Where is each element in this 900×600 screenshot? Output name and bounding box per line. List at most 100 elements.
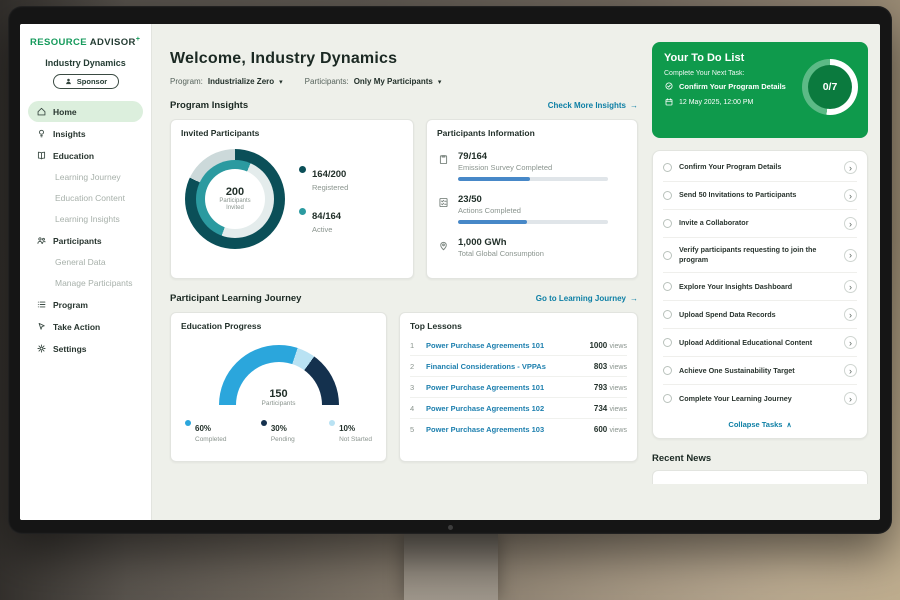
legend-label: Active [312,225,341,234]
chevron-right-icon[interactable] [844,189,857,202]
legend-item-completed: 60% Completed [185,418,226,443]
task-checkbox[interactable] [663,366,672,375]
chevron-right-icon[interactable] [844,364,857,377]
logo-secondary: ADVISOR [90,37,136,48]
sidebar-item-manage-participants[interactable]: Manage Participants [28,273,143,293]
section-title: Participant Learning Journey [170,293,301,304]
chevron-right-icon[interactable] [844,161,857,174]
task-row[interactable]: Achieve One Sustainability Target [663,357,857,385]
task-row[interactable]: Confirm Your Program Details [663,154,857,182]
program-select-value: Industrialize Zero [208,77,274,86]
checklist-icon [437,196,450,209]
info-label: Total Global Consumption [458,249,544,258]
task-checkbox[interactable] [663,338,672,347]
program-select[interactable]: Program: Industrialize Zero [170,77,283,86]
task-row[interactable]: Invite a Collaborator [663,210,857,238]
calendar-icon [664,97,674,107]
go-to-learning-journey-link[interactable]: Go to Learning Journey [536,294,638,303]
sidebar-item-label: Program [53,300,88,310]
sidebar-item-label: General Data [55,257,106,267]
task-row[interactable]: Verify participants requesting to join t… [663,238,857,273]
donut-center-label: Participants Invited [214,198,256,213]
task-checkbox[interactable] [663,394,672,403]
sidebar-item-label: Education [53,151,94,161]
clipboard-icon [437,153,450,166]
lesson-views-suffix: views [609,385,627,392]
chevron-right-icon[interactable] [844,280,857,293]
sidebar-item-label: Learning Journey [55,172,121,182]
legend-value: 164/200 [312,169,346,180]
sidebar-item-label: Education Content [55,193,125,203]
sidebar: RESOURCE ADVISOR+ Industry Dynamics Spon… [20,24,152,520]
task-label: Invite a Collaborator [679,218,837,228]
info-label: Emission Survey Completed [458,163,608,172]
task-label: Achieve One Sustainability Target [679,366,837,376]
task-checkbox[interactable] [663,191,672,200]
sidebar-item-settings[interactable]: Settings [28,338,143,359]
task-checkbox[interactable] [663,310,672,319]
todo-task-list: Confirm Your Program Details Send 50 Inv… [652,150,868,439]
task-row[interactable]: Send 50 Invitations to Participants [663,182,857,210]
monitor-logo-dot [448,525,453,530]
legend-dot [185,420,191,426]
legend-dot [299,208,306,215]
sidebar-item-education-content[interactable]: Education Content [28,188,143,208]
chevron-right-icon[interactable] [844,392,857,405]
sidebar-item-home[interactable]: Home [28,101,143,122]
chevron-right-icon[interactable] [844,217,857,230]
legend-item-active: 84/164 Active [299,206,348,234]
sidebar-item-learning-journey[interactable]: Learning Journey [28,167,143,187]
list-icon [36,299,47,310]
task-row[interactable]: Complete Your Learning Journey [663,385,857,412]
lesson-link[interactable]: Financial Considerations - VPPAs [426,362,586,371]
task-row[interactable]: Upload Spend Data Records [663,301,857,329]
task-checkbox[interactable] [663,163,672,172]
lesson-views-value: 793 [594,383,607,392]
participants-select[interactable]: Participants: Only My Participants [305,77,442,86]
app-screen: RESOURCE ADVISOR+ Industry Dynamics Spon… [20,24,880,520]
check-more-insights-link[interactable]: Check More Insights [548,101,638,110]
chevron-right-icon[interactable] [844,249,857,262]
lesson-rank: 1 [410,341,418,350]
task-checkbox[interactable] [663,282,672,291]
gear-icon [36,343,47,354]
sidebar-item-label: Settings [53,344,87,354]
link-label: Go to Learning Journey [536,294,626,303]
chevron-down-icon [279,77,283,86]
sidebar-item-insights[interactable]: Insights [28,123,143,144]
sidebar-item-education[interactable]: Education [28,145,143,166]
info-value: 79/164 [458,151,608,162]
sidebar-item-take-action[interactable]: Take Action [28,316,143,337]
legend-value: 10% [339,424,355,433]
chevron-right-icon[interactable] [844,336,857,349]
sponsor-badge-label: Sponsor [77,77,107,86]
task-checkbox[interactable] [663,251,672,260]
lesson-rank: 4 [410,404,418,413]
lesson-link[interactable]: Power Purchase Agreements 101 [426,383,586,392]
sidebar-item-learning-insights[interactable]: Learning Insights [28,209,143,229]
task-label: Upload Spend Data Records [679,310,837,320]
sidebar-item-program[interactable]: Program [28,294,143,315]
monitor-stand [404,532,498,600]
legend-value: 84/164 [312,211,341,222]
sidebar-item-participants[interactable]: Participants [28,230,143,251]
card-title: Top Lessons [410,321,627,331]
app-logo: RESOURCE ADVISOR+ [28,34,143,56]
progress-bar [458,220,608,224]
task-row[interactable]: Upload Additional Educational Content [663,329,857,357]
sidebar-item-general-data[interactable]: General Data [28,252,143,272]
lesson-link[interactable]: Power Purchase Agreements 101 [426,341,581,350]
filter-bar: Program: Industrialize Zero Participants… [170,77,638,86]
task-checkbox[interactable] [663,219,672,228]
sidebar-item-label: Home [53,107,77,117]
legend-label: Completed [195,436,226,443]
task-label: Confirm Your Program Details [679,162,837,172]
todo-progress-value: 0/7 [808,65,852,109]
people-icon [36,235,47,246]
collapse-tasks-link[interactable]: Collapse Tasks [663,412,857,433]
lesson-link[interactable]: Power Purchase Agreements 103 [426,425,586,434]
lesson-link[interactable]: Power Purchase Agreements 102 [426,404,586,413]
task-row[interactable]: Explore Your Insights Dashboard [663,273,857,301]
task-label: Send 50 Invitations to Participants [679,190,837,200]
chevron-right-icon[interactable] [844,308,857,321]
